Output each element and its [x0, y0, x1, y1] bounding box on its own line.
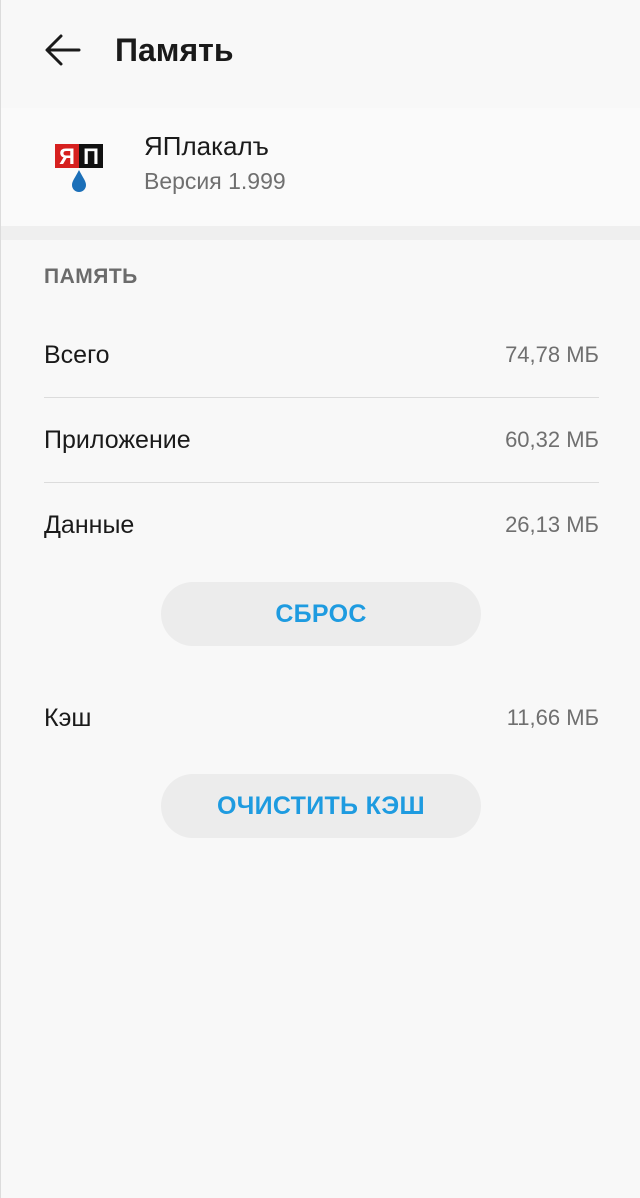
svg-text:П: П — [83, 144, 99, 169]
row-label: Кэш — [44, 703, 92, 732]
section-divider — [1, 226, 640, 240]
app-info-card: Я П ЯПлакалъ Версия 1.999 — [1, 108, 640, 226]
reset-button[interactable]: СБРОС — [161, 582, 481, 646]
row-value: 74,78 МБ — [505, 342, 599, 367]
section-header: ПАМЯТЬ — [44, 265, 138, 288]
storage-screen: Память Я П ЯПлакалъ Версия 1.999 ПАМЯТЬ … — [0, 0, 640, 1198]
toolbar: Память — [1, 0, 640, 100]
row-value: 26,13 МБ — [505, 512, 599, 537]
storage-row-cache: Кэш 11,66 МБ — [44, 676, 599, 760]
row-label: Данные — [44, 510, 135, 539]
app-version: Версия 1.999 — [144, 168, 286, 194]
storage-row-total: Всего 74,78 МБ — [44, 313, 599, 398]
storage-row-app: Приложение 60,32 МБ — [44, 398, 599, 483]
svg-text:Я: Я — [59, 144, 75, 169]
row-value: 11,66 МБ — [506, 705, 599, 730]
arrow-left-icon — [45, 34, 81, 66]
clear-cache-button[interactable]: ОЧИСТИТЬ КЭШ — [161, 774, 481, 838]
row-label: Приложение — [44, 425, 191, 454]
app-logo: Я П — [53, 136, 107, 196]
row-label: Всего — [44, 340, 110, 369]
row-value: 60,32 МБ — [505, 427, 599, 452]
page-title: Память — [115, 32, 234, 68]
storage-row-data: Данные 26,13 МБ — [44, 483, 599, 567]
storage-section: ПАМЯТЬ Всего 74,78 МБ Приложение 60,32 М… — [1, 240, 640, 1198]
back-button[interactable] — [41, 28, 85, 72]
app-name: ЯПлакалъ — [144, 131, 269, 161]
